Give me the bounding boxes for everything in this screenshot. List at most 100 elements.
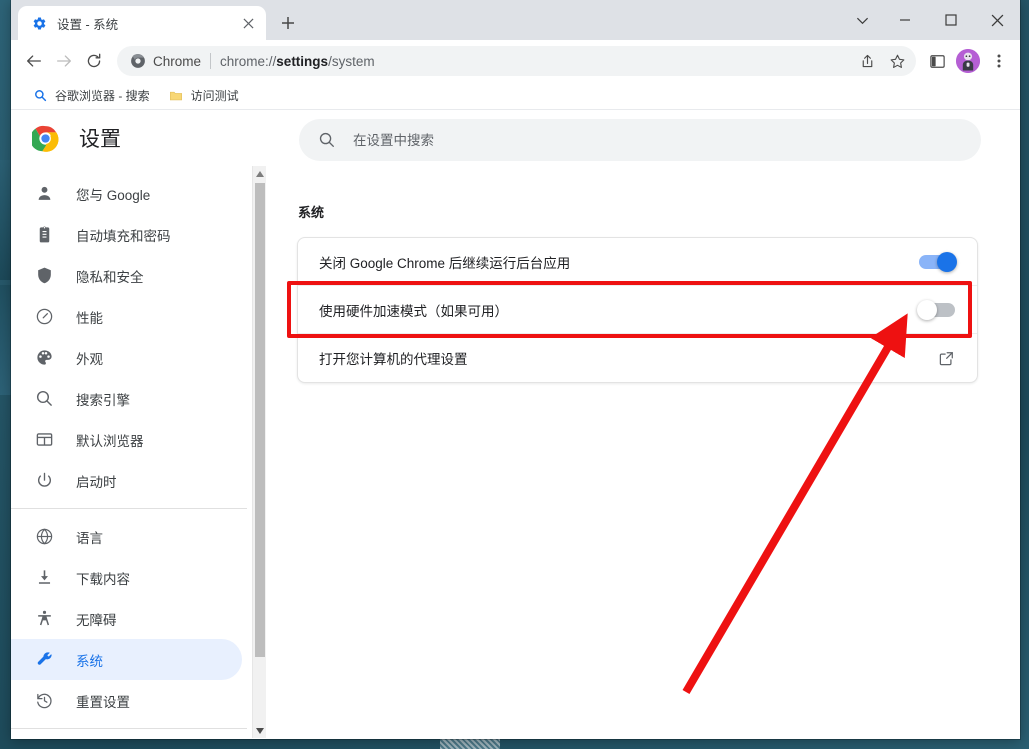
browser-window: 设置 - 系统 Chrome chrome://settings/system … xyxy=(11,0,1020,739)
setting-row-hardware-acceleration[interactable]: 使用硬件加速模式（如果可用） xyxy=(298,286,977,334)
settings-card: 关闭 Google Chrome 后继续运行后台应用 使用硬件加速模式（如果可用… xyxy=(297,237,978,383)
url-path: /system xyxy=(328,53,375,69)
bookmark-item-search[interactable]: 谷歌浏览器 - 搜索 xyxy=(25,85,157,107)
more-menu-icon[interactable] xyxy=(984,46,1014,76)
close-icon[interactable] xyxy=(238,13,258,33)
setting-label: 使用硬件加速模式（如果可用） xyxy=(319,303,508,319)
bookmark-star-icon[interactable] xyxy=(882,46,912,76)
sidebar-item-label: 默认浏览器 xyxy=(76,433,144,449)
sidebar-item-you-and-google[interactable]: 您与 Google xyxy=(11,173,242,214)
person-icon xyxy=(34,184,54,204)
search-icon xyxy=(34,389,54,409)
chrome-shield-icon xyxy=(129,53,146,70)
sidebar-item-search-engine[interactable]: 搜索引擎 xyxy=(11,378,242,419)
forward-button[interactable] xyxy=(49,46,79,76)
wrench-icon xyxy=(34,650,54,670)
sidebar-item-label: 外观 xyxy=(76,351,103,367)
sidebar-scroll-container: 您与 Google 自动填充和密码 隐私和安全 性能 外观 搜索引擎 默认浏览器… xyxy=(11,166,247,729)
search-icon xyxy=(32,88,48,104)
sidebar-item-label: 您与 Google xyxy=(76,187,151,203)
sidebar-item-appearance[interactable]: 外观 xyxy=(11,337,242,378)
back-button[interactable] xyxy=(19,46,49,76)
setting-row-background-apps[interactable]: 关闭 Google Chrome 后继续运行后台应用 xyxy=(298,238,977,286)
url-prefix: chrome:// xyxy=(220,53,277,69)
settings-sidebar: 您与 Google 自动填充和密码 隐私和安全 性能 外观 搜索引擎 默认浏览器… xyxy=(11,166,247,738)
scroll-up-arrow-icon[interactable] xyxy=(253,166,267,181)
side-panel-icon[interactable] xyxy=(922,46,952,76)
sidebar-item-label: 下载内容 xyxy=(76,571,130,587)
search-box[interactable] xyxy=(299,119,981,161)
profile-avatar[interactable] xyxy=(956,49,980,73)
toggle-knob xyxy=(917,299,937,320)
sidebar-item-label: 启动时 xyxy=(76,474,117,490)
scrollbar-thumb[interactable] xyxy=(255,183,265,657)
power-icon xyxy=(34,471,54,491)
close-button[interactable] xyxy=(974,4,1020,36)
sidebar-item-performance[interactable]: 性能 xyxy=(11,296,242,337)
sidebar-item-label: 自动填充和密码 xyxy=(76,228,171,244)
hardware-acceleration-toggle[interactable] xyxy=(917,299,955,320)
browser-window-icon xyxy=(34,430,54,450)
bookmarks-bar: 谷歌浏览器 - 搜索 访问测试 xyxy=(11,82,1020,110)
search-icon xyxy=(318,131,336,149)
reload-button[interactable] xyxy=(79,46,109,76)
sidebar-item-label: 性能 xyxy=(76,310,103,326)
window-controls xyxy=(842,0,1020,40)
sidebar-item-label: 系统 xyxy=(76,653,103,669)
settings-search xyxy=(299,119,981,161)
bookmark-item-folder[interactable]: 访问测试 xyxy=(161,85,246,107)
sidebar-divider xyxy=(11,508,247,509)
setting-label: 关闭 Google Chrome 后继续运行后台应用 xyxy=(319,255,571,271)
toggle-knob xyxy=(937,251,957,272)
sidebar-item-default-browser[interactable]: 默认浏览器 xyxy=(11,419,242,460)
tab-search-button[interactable] xyxy=(842,4,882,36)
sidebar-item-privacy[interactable]: 隐私和安全 xyxy=(11,255,242,296)
section-heading: 系统 xyxy=(298,205,325,220)
setting-row-proxy-settings[interactable]: 打开您计算机的代理设置 xyxy=(298,334,977,382)
sidebar-item-label: 隐私和安全 xyxy=(76,269,144,285)
sidebar-item-downloads[interactable]: 下载内容 xyxy=(11,557,242,598)
palette-icon xyxy=(34,348,54,368)
sidebar-item-label: 语言 xyxy=(76,530,103,546)
address-bar[interactable]: Chrome chrome://settings/system xyxy=(117,46,916,76)
minimize-button[interactable] xyxy=(882,4,928,36)
clipboard-icon xyxy=(34,225,54,245)
sidebar-item-label: 无障碍 xyxy=(76,612,117,628)
bookmark-label: 谷歌浏览器 - 搜索 xyxy=(55,89,150,103)
globe-icon xyxy=(34,527,54,547)
sidebar-item-autofill[interactable]: 自动填充和密码 xyxy=(11,214,242,255)
share-icon[interactable] xyxy=(852,46,882,76)
sidebar-item-on-startup[interactable]: 启动时 xyxy=(11,460,242,501)
browser-toolbar: Chrome chrome://settings/system xyxy=(11,40,1020,82)
omnibox-scheme-label: Chrome xyxy=(153,53,202,69)
sidebar-scrollbar[interactable] xyxy=(252,166,266,738)
folder-icon xyxy=(168,88,184,104)
omnibox-url[interactable]: chrome://settings/system xyxy=(220,54,852,69)
browser-tab[interactable]: 设置 - 系统 xyxy=(18,6,266,40)
download-icon xyxy=(34,568,54,588)
sidebar-item-reset-settings[interactable]: 重置设置 xyxy=(11,680,242,721)
sidebar-item-languages[interactable]: 语言 xyxy=(11,516,242,557)
setting-label: 打开您计算机的代理设置 xyxy=(319,352,468,367)
tab-strip: 设置 - 系统 xyxy=(11,0,1020,40)
page-title: 设置 xyxy=(79,128,121,151)
omnibox-separator xyxy=(210,53,212,69)
history-restore-icon xyxy=(34,691,54,711)
search-input[interactable] xyxy=(353,119,913,161)
sidebar-item-accessibility[interactable]: 无障碍 xyxy=(11,598,242,639)
scroll-down-arrow-icon[interactable] xyxy=(253,723,267,738)
external-link-icon[interactable] xyxy=(937,349,955,367)
sidebar-divider xyxy=(11,728,247,729)
new-tab-button[interactable] xyxy=(274,9,302,37)
settings-content: 系统 关闭 Google Chrome 后继续运行后台应用 使用硬件加速模式（如… xyxy=(267,166,1020,738)
shield-icon xyxy=(34,266,54,286)
tab-title: 设置 - 系统 xyxy=(57,17,119,32)
sidebar-item-system[interactable]: 系统 xyxy=(11,639,242,680)
omnibox-actions xyxy=(852,46,912,76)
maximize-button[interactable] xyxy=(928,4,974,36)
background-apps-toggle[interactable] xyxy=(919,251,957,272)
chrome-logo-icon xyxy=(30,125,59,152)
gear-icon xyxy=(31,15,47,31)
url-host: settings xyxy=(276,53,329,69)
accessibility-icon xyxy=(34,609,54,629)
